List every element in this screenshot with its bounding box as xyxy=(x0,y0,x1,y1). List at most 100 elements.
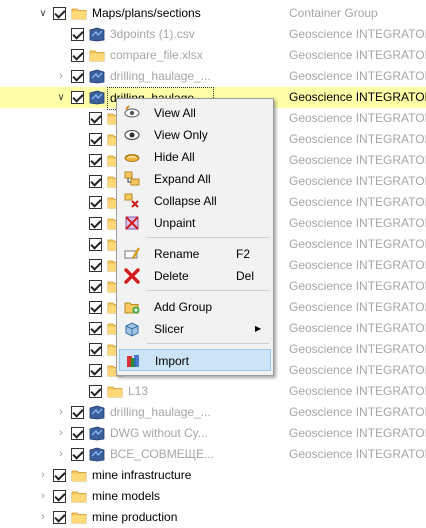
chevron-right-icon[interactable]: › xyxy=(54,423,68,444)
tree-item-type: Geoscience INTEGRATOR ... xyxy=(289,132,426,146)
tree-row[interactable]: › drilling_haulage_... Geoscience INTEGRAT… xyxy=(0,402,426,423)
visibility-checkbox[interactable] xyxy=(71,91,84,104)
tree-row[interactable]: › mine infrastructure xyxy=(0,465,426,486)
visibility-checkbox[interactable] xyxy=(89,385,102,398)
tree-item-label: ВСЕ_СОВМЕЩЕ... xyxy=(110,447,214,461)
visibility-checkbox[interactable] xyxy=(71,427,84,440)
menu-item-label: View Only xyxy=(154,128,208,142)
dataset-icon xyxy=(89,90,105,105)
visibility-checkbox[interactable] xyxy=(89,280,102,293)
visibility-checkbox[interactable] xyxy=(89,154,102,167)
expand-icon xyxy=(124,171,140,187)
visibility-checkbox[interactable] xyxy=(89,364,102,377)
tree-row[interactable]: › DWG without Cy... Geoscience INTEGRATOR … xyxy=(0,423,426,444)
chevron-right-icon[interactable]: › xyxy=(54,444,68,465)
menu-separator xyxy=(147,290,269,291)
tree-item-label: drilling_haulage_... xyxy=(110,405,211,419)
visibility-checkbox[interactable] xyxy=(89,259,102,272)
tree-item-type: Geoscience INTEGRATOR ... xyxy=(289,90,426,104)
menu-item-label: Import xyxy=(155,354,190,368)
tree-item-label: mine production xyxy=(92,510,178,524)
tree-item-type: Geoscience INTEGRATOR ... xyxy=(289,279,426,293)
visibility-checkbox[interactable] xyxy=(89,322,102,335)
visibility-checkbox[interactable] xyxy=(89,112,102,125)
menu-item-add-group[interactable]: Add Group xyxy=(119,296,271,318)
context-menu: View All View Only Hide All Expand All Colla… xyxy=(116,98,274,376)
tree-item-label: mine infrastructure xyxy=(92,468,192,482)
menu-item-view-only[interactable]: View Only xyxy=(119,124,271,146)
menu-item-slicer[interactable]: Slicer ▶ xyxy=(119,318,271,340)
tree-row[interactable]: 3dpoints (1).csv Geoscience INTEGRATOR ..… xyxy=(0,24,426,45)
visibility-checkbox[interactable] xyxy=(89,301,102,314)
chevron-right-icon[interactable]: › xyxy=(54,66,68,87)
folder-icon xyxy=(71,489,87,504)
visibility-checkbox[interactable] xyxy=(89,175,102,188)
visibility-checkbox[interactable] xyxy=(89,196,102,209)
hide-eye-icon xyxy=(124,149,140,165)
visibility-checkbox[interactable] xyxy=(53,7,66,20)
visibility-checkbox[interactable] xyxy=(53,490,66,503)
menu-separator xyxy=(147,343,269,344)
menu-item-view-all[interactable]: View All xyxy=(119,102,271,124)
chevron-right-icon[interactable]: › xyxy=(54,402,68,423)
delete-icon xyxy=(124,268,140,284)
tree-item-label: L13 xyxy=(128,384,149,398)
menu-item-delete[interactable]: Delete Del xyxy=(119,265,271,287)
tree-item-type: Geoscience INTEGRATOR ... xyxy=(289,363,426,377)
visibility-checkbox[interactable] xyxy=(53,469,66,482)
menu-item-label: Collapse All xyxy=(154,194,217,208)
folder-icon xyxy=(107,384,123,399)
tree-row[interactable]: › mine models xyxy=(0,486,426,507)
folder-icon xyxy=(89,48,105,63)
menu-item-hide-all[interactable]: Hide All xyxy=(119,146,271,168)
chevron-right-icon[interactable]: › xyxy=(36,465,50,486)
menu-item-expand-all[interactable]: Expand All xyxy=(119,168,271,190)
menu-item-shortcut: F2 xyxy=(236,247,251,261)
menu-item-label: Expand All xyxy=(154,172,211,186)
tree-item-type: Geoscience INTEGRATOR ... xyxy=(289,174,426,188)
eye-pencil-icon xyxy=(124,105,140,121)
visibility-checkbox[interactable] xyxy=(71,28,84,41)
dataset-icon xyxy=(89,27,105,42)
visibility-checkbox[interactable] xyxy=(71,406,84,419)
unpaint-icon xyxy=(124,215,140,231)
folder-icon xyxy=(71,510,87,525)
dataset-icon xyxy=(89,426,105,441)
menu-item-import[interactable]: Import xyxy=(119,349,271,371)
menu-item-label: Hide All xyxy=(154,150,195,164)
tree-row[interactable]: ∨ Maps/plans/sections Container Group xyxy=(0,3,426,24)
tree-row[interactable]: › mine production xyxy=(0,507,426,528)
tree-item-type: Geoscience INTEGRATOR ... xyxy=(289,447,426,461)
visibility-checkbox[interactable] xyxy=(89,217,102,230)
tree-item-type: Geoscience INTEGRATOR ... xyxy=(289,405,426,419)
chevron-down-icon[interactable]: ∨ xyxy=(36,3,50,24)
visibility-checkbox[interactable] xyxy=(89,238,102,251)
menu-item-label: Rename xyxy=(154,247,200,261)
dataset-icon xyxy=(89,405,105,420)
tree-item-type: Geoscience INTEGRATOR ... xyxy=(289,111,426,125)
menu-item-rename[interactable]: Rename F2 xyxy=(119,243,271,265)
menu-item-collapse-all[interactable]: Collapse All xyxy=(119,190,271,212)
chevron-down-icon[interactable]: ∨ xyxy=(54,87,68,108)
chevron-right-icon[interactable]: › xyxy=(36,507,50,528)
dataset-icon xyxy=(89,69,105,84)
visibility-checkbox[interactable] xyxy=(89,343,102,356)
chevron-right-icon[interactable]: › xyxy=(36,486,50,507)
rename-icon xyxy=(124,246,141,262)
tree-item-type: Geoscience INTEGRATOR ... xyxy=(289,426,426,440)
tree-item-type: Container Group xyxy=(289,6,378,20)
visibility-checkbox[interactable] xyxy=(71,448,84,461)
collapse-icon xyxy=(124,193,140,209)
visibility-checkbox[interactable] xyxy=(71,49,84,62)
menu-item-unpaint[interactable]: Unpaint xyxy=(119,212,271,234)
tree-row[interactable]: compare_file.xlsx Geoscience INTEGRATOR .… xyxy=(0,45,426,66)
menu-item-label: Slicer xyxy=(154,322,185,336)
menu-separator xyxy=(147,237,269,238)
tree-row[interactable]: L13 Geoscience INTEGRATOR ... xyxy=(0,381,426,402)
tree-row[interactable]: › drilling_haulage_... Geoscience INTEGRAT… xyxy=(0,66,426,87)
visibility-checkbox[interactable] xyxy=(89,133,102,146)
tree-item-type: Geoscience INTEGRATOR ... xyxy=(289,195,426,209)
tree-row[interactable]: › ВСЕ_СОВМЕЩЕ... Geoscience INTEGRATOR ... xyxy=(0,444,426,465)
visibility-checkbox[interactable] xyxy=(71,70,84,83)
visibility-checkbox[interactable] xyxy=(53,511,66,524)
